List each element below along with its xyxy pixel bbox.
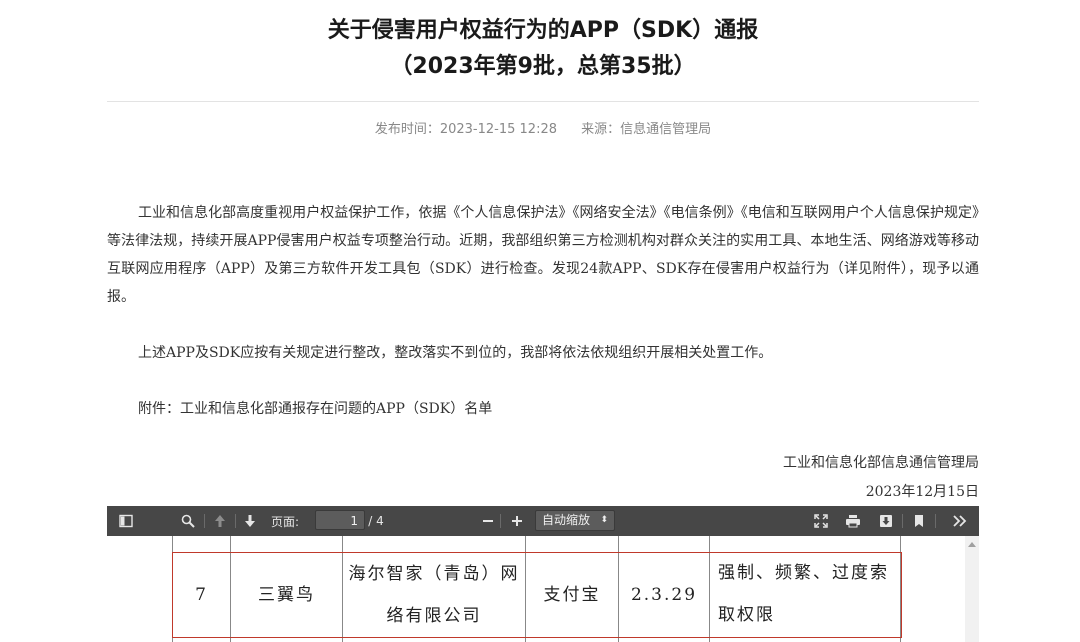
attachment-link[interactable]: 附件：工业和信息化部通报存在问题的APP（SDK）名单 bbox=[107, 395, 979, 423]
article-source: 来源：信息通信管理局 bbox=[581, 122, 712, 137]
issue-line: 强制、频繁、过度索 bbox=[718, 563, 889, 583]
pdf-scrollbar[interactable] bbox=[965, 536, 979, 642]
article-title: 关于侵害用户权益行为的APP（SDK）通报 bbox=[327, 18, 759, 43]
zoom-out-icon[interactable] bbox=[479, 506, 497, 536]
publish-time: 发布时间：2023-12-15 12:28 bbox=[374, 122, 557, 137]
up-arrow-icon[interactable] bbox=[209, 506, 231, 536]
sidebar-toggle-icon[interactable] bbox=[115, 506, 137, 536]
signature-date: 2023年12月15日 bbox=[865, 484, 979, 500]
toolbar-divider bbox=[902, 514, 903, 528]
app-name: 三翼鸟 bbox=[258, 585, 315, 605]
bookmark-icon[interactable] bbox=[908, 506, 930, 536]
paragraph-intro: 工业和信息化部高度重视用户权益保护工作，依据《个人信息保护法》《网络安全法》《电… bbox=[107, 205, 979, 305]
pdf-page: 7 三翼鸟 海尔智家（青岛）网 络有限公司 支付宝 2.3.29 强制、频繁、过… bbox=[107, 536, 965, 642]
article-meta: 发布时间：2023-12-15 12:28 来源：信息通信管理局 bbox=[107, 120, 979, 140]
developer-line: 海尔智家（青岛）网 bbox=[348, 564, 520, 584]
zoom-value: 自动缩放 bbox=[542, 513, 591, 527]
search-icon[interactable] bbox=[177, 506, 199, 536]
page-label: 页面: bbox=[270, 514, 300, 529]
pdf-viewer[interactable]: 7 三翼鸟 海尔智家（青岛）网 络有限公司 支付宝 2.3.29 强制、频繁、过… bbox=[107, 536, 979, 642]
download-icon[interactable] bbox=[875, 506, 897, 536]
print-icon[interactable] bbox=[842, 506, 864, 536]
developer-cell: 海尔智家（青岛）网 络有限公司 bbox=[343, 552, 525, 638]
zoom-in-icon[interactable] bbox=[508, 506, 526, 536]
pdf-toolbar: 页面: 1 / 4 自动缩放 ⬍ bbox=[107, 506, 979, 536]
down-arrow-icon[interactable] bbox=[239, 506, 261, 536]
toolbar-divider bbox=[235, 514, 236, 528]
developer-line: 络有限公司 bbox=[386, 606, 482, 626]
signature-org: 工业和信息化部信息通信管理局 bbox=[783, 455, 979, 471]
row-index: 7 bbox=[195, 585, 208, 605]
app-version: 2.3.29 bbox=[630, 585, 698, 605]
title-divider bbox=[107, 101, 979, 102]
chevron-updown-icon: ⬍ bbox=[600, 515, 608, 525]
page-total: / 4 bbox=[368, 514, 384, 528]
zoom-select[interactable]: 自动缩放 ⬍ bbox=[535, 510, 615, 531]
app-store: 支付宝 bbox=[543, 585, 601, 605]
issue-line: 取权限 bbox=[718, 605, 775, 625]
paragraph-rectification: 上述APP及SDK应按有关规定进行整改，整改落实不到位的，我部将依法依规组织开展… bbox=[138, 345, 773, 361]
toolbar-divider bbox=[935, 514, 936, 528]
article-subtitle: （2023年第9批，总第35批） bbox=[390, 54, 696, 79]
fullscreen-icon[interactable] bbox=[810, 506, 832, 536]
page-number-input[interactable]: 1 bbox=[315, 510, 365, 530]
toolbar-divider bbox=[204, 514, 205, 528]
scroll-up-arrow-icon[interactable] bbox=[968, 542, 976, 547]
more-tools-icon[interactable] bbox=[949, 506, 971, 536]
toolbar-divider bbox=[500, 514, 501, 528]
issue-cell: 强制、频繁、过度索 取权限 bbox=[718, 552, 900, 638]
